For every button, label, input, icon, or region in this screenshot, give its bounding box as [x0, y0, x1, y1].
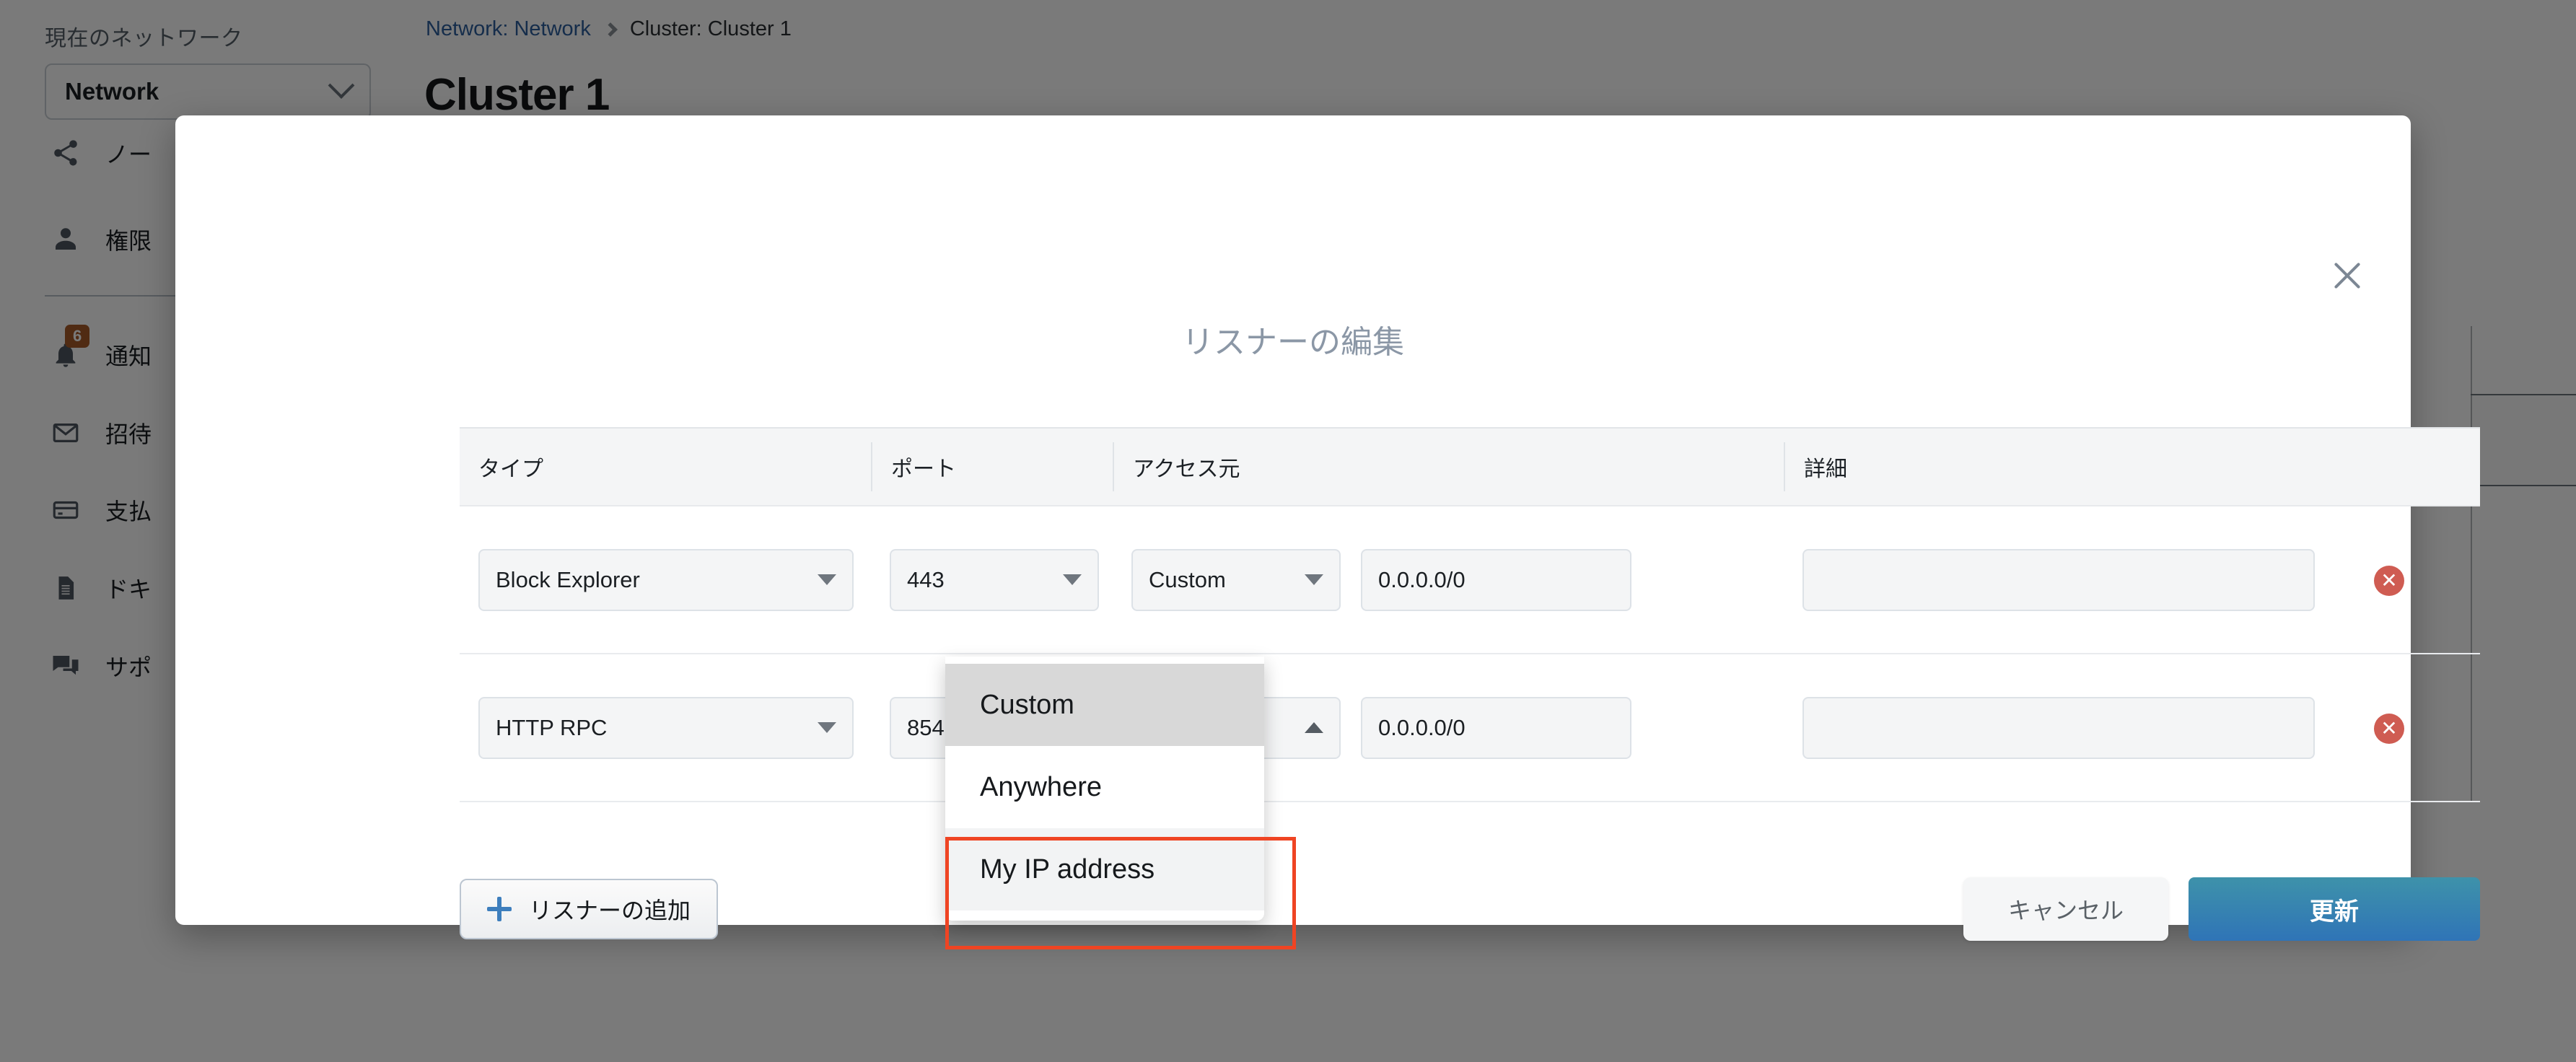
type-select-value: Block Explorer: [496, 566, 640, 592]
source-dropdown-menu: Custom Anywhere My IP address: [945, 657, 1264, 921]
update-button[interactable]: 更新: [2189, 877, 2480, 941]
port-select-row1[interactable]: 443: [890, 548, 1099, 611]
column-header-port: ポート: [871, 442, 1113, 491]
table-row: Block Explorer 443 Custom 0.0.0.0/0 ✕: [460, 506, 2480, 654]
source-select-value: Custom: [1149, 566, 1226, 592]
table-row: HTTP RPC 8545 Custom 0.: [460, 654, 2480, 802]
add-listener-button[interactable]: リスナーの追加: [460, 879, 719, 939]
dropdown-option-my-ip-address[interactable]: My IP address: [945, 828, 1264, 910]
table-header-row: タイプ ポート アクセス元 詳細: [460, 427, 2480, 506]
caret-up-icon: [1305, 722, 1323, 733]
cell-port: 443: [871, 548, 1113, 611]
column-header-detail: 詳細: [1784, 442, 2480, 491]
ip-input-row1[interactable]: 0.0.0.0/0: [1361, 548, 1631, 611]
caret-down-icon: [818, 574, 836, 585]
source-select-row1[interactable]: Custom: [1131, 548, 1341, 611]
detail-input-row2[interactable]: [1802, 696, 2315, 759]
ip-input-value: 0.0.0.0/0: [1378, 566, 1466, 592]
add-listener-label: リスナーの追加: [529, 898, 691, 923]
dropdown-option-custom[interactable]: Custom: [945, 664, 1264, 746]
caret-down-icon: [1305, 574, 1323, 585]
edit-listeners-modal: リスナーの編集 タイプ ポート アクセス元 詳細 Block Explorer: [175, 115, 2480, 941]
app-root: 現在のネットワーク Network ノー 権限 6 通知: [0, 0, 2576, 1062]
cell-type: HTTP RPC: [460, 696, 871, 759]
column-header-source: アクセス元: [1113, 442, 1784, 491]
column-header-type: タイプ: [478, 457, 543, 481]
plus-icon: [487, 897, 512, 921]
cell-type: Block Explorer: [460, 548, 871, 611]
ip-input-value: 0.0.0.0/0: [1378, 714, 1466, 740]
type-select-row2[interactable]: HTTP RPC: [478, 696, 854, 759]
modal-title: リスナーの編集: [1182, 325, 1404, 360]
detail-input-row1[interactable]: [1802, 548, 2315, 611]
caret-down-icon: [1063, 574, 1082, 585]
close-icon[interactable]: [2329, 257, 2366, 294]
dropdown-option-anywhere[interactable]: Anywhere: [945, 746, 1264, 828]
port-select-value: 443: [907, 566, 945, 592]
cancel-button[interactable]: キャンセル: [1963, 877, 2168, 941]
delete-circle-icon[interactable]: ✕: [2374, 566, 2404, 596]
listeners-table: タイプ ポート アクセス元 詳細 Block Explorer 443 Cust…: [460, 427, 2480, 802]
type-select-row1[interactable]: Block Explorer: [478, 548, 854, 611]
delete-circle-icon[interactable]: ✕: [2374, 714, 2404, 744]
ip-input-row2[interactable]: 0.0.0.0/0: [1361, 696, 1631, 759]
caret-down-icon: [818, 722, 836, 733]
cell-source: Custom 0.0.0.0/0: [1113, 548, 1784, 611]
type-select-value: HTTP RPC: [496, 714, 608, 740]
